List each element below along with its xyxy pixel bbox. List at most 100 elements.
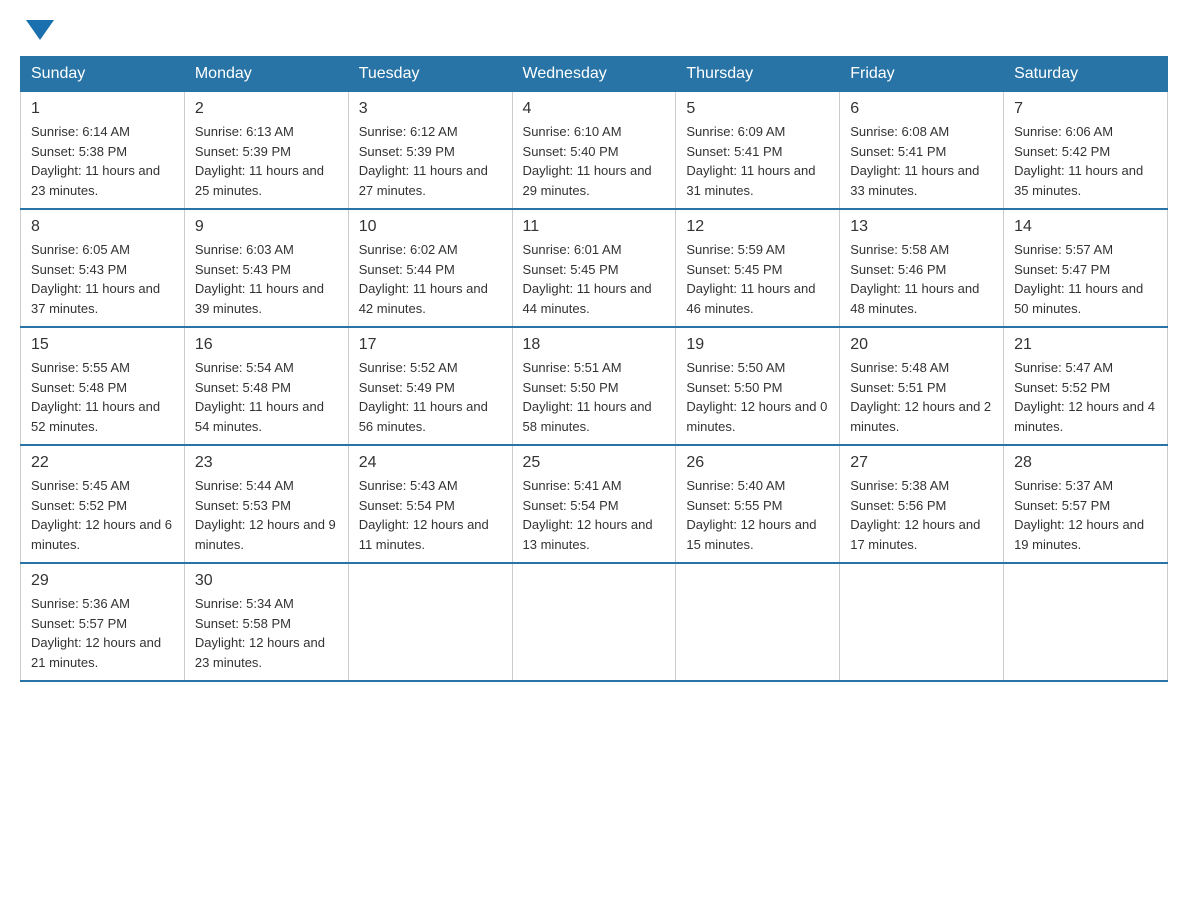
day-info: Sunrise: 6:03 AMSunset: 5:43 PMDaylight:… xyxy=(195,242,324,316)
calendar-cell: 10 Sunrise: 6:02 AMSunset: 5:44 PMDaylig… xyxy=(348,209,512,327)
calendar-cell: 22 Sunrise: 5:45 AMSunset: 5:52 PMDaylig… xyxy=(21,445,185,563)
day-number: 20 xyxy=(850,336,993,354)
day-number: 11 xyxy=(523,218,666,236)
day-info: Sunrise: 5:40 AMSunset: 5:55 PMDaylight:… xyxy=(686,478,816,552)
day-number: 12 xyxy=(686,218,829,236)
calendar-cell: 27 Sunrise: 5:38 AMSunset: 5:56 PMDaylig… xyxy=(840,445,1004,563)
day-number: 15 xyxy=(31,336,174,354)
day-info: Sunrise: 5:43 AMSunset: 5:54 PMDaylight:… xyxy=(359,478,489,552)
calendar-cell: 3 Sunrise: 6:12 AMSunset: 5:39 PMDayligh… xyxy=(348,92,512,210)
day-number: 22 xyxy=(31,454,174,472)
day-number: 23 xyxy=(195,454,338,472)
calendar-cell xyxy=(676,563,840,681)
logo-triangle-icon xyxy=(26,20,54,40)
week-row-4: 22 Sunrise: 5:45 AMSunset: 5:52 PMDaylig… xyxy=(21,445,1168,563)
day-info: Sunrise: 5:54 AMSunset: 5:48 PMDaylight:… xyxy=(195,360,324,434)
day-info: Sunrise: 5:38 AMSunset: 5:56 PMDaylight:… xyxy=(850,478,980,552)
day-info: Sunrise: 5:50 AMSunset: 5:50 PMDaylight:… xyxy=(686,360,827,434)
day-info: Sunrise: 6:09 AMSunset: 5:41 PMDaylight:… xyxy=(686,124,815,198)
header-cell-thursday: Thursday xyxy=(676,57,840,92)
calendar-body: 1 Sunrise: 6:14 AMSunset: 5:38 PMDayligh… xyxy=(21,92,1168,682)
day-number: 7 xyxy=(1014,100,1157,118)
day-info: Sunrise: 5:34 AMSunset: 5:58 PMDaylight:… xyxy=(195,596,325,670)
calendar-cell: 26 Sunrise: 5:40 AMSunset: 5:55 PMDaylig… xyxy=(676,445,840,563)
calendar-cell: 15 Sunrise: 5:55 AMSunset: 5:48 PMDaylig… xyxy=(21,327,185,445)
day-info: Sunrise: 5:37 AMSunset: 5:57 PMDaylight:… xyxy=(1014,478,1144,552)
header-row: SundayMondayTuesdayWednesdayThursdayFrid… xyxy=(21,57,1168,92)
calendar-cell: 6 Sunrise: 6:08 AMSunset: 5:41 PMDayligh… xyxy=(840,92,1004,210)
calendar-cell xyxy=(348,563,512,681)
day-info: Sunrise: 5:57 AMSunset: 5:47 PMDaylight:… xyxy=(1014,242,1143,316)
day-number: 21 xyxy=(1014,336,1157,354)
calendar-cell: 13 Sunrise: 5:58 AMSunset: 5:46 PMDaylig… xyxy=(840,209,1004,327)
header-cell-wednesday: Wednesday xyxy=(512,57,676,92)
calendar-cell: 29 Sunrise: 5:36 AMSunset: 5:57 PMDaylig… xyxy=(21,563,185,681)
day-number: 9 xyxy=(195,218,338,236)
calendar-cell: 4 Sunrise: 6:10 AMSunset: 5:40 PMDayligh… xyxy=(512,92,676,210)
calendar-table: SundayMondayTuesdayWednesdayThursdayFrid… xyxy=(20,56,1168,682)
calendar-cell xyxy=(1004,563,1168,681)
header-cell-saturday: Saturday xyxy=(1004,57,1168,92)
day-info: Sunrise: 6:02 AMSunset: 5:44 PMDaylight:… xyxy=(359,242,488,316)
day-number: 3 xyxy=(359,100,502,118)
day-info: Sunrise: 6:13 AMSunset: 5:39 PMDaylight:… xyxy=(195,124,324,198)
calendar-cell: 20 Sunrise: 5:48 AMSunset: 5:51 PMDaylig… xyxy=(840,327,1004,445)
day-number: 24 xyxy=(359,454,502,472)
day-number: 1 xyxy=(31,100,174,118)
day-info: Sunrise: 5:36 AMSunset: 5:57 PMDaylight:… xyxy=(31,596,161,670)
day-info: Sunrise: 5:59 AMSunset: 5:45 PMDaylight:… xyxy=(686,242,815,316)
logo xyxy=(20,20,54,40)
day-number: 26 xyxy=(686,454,829,472)
calendar-cell: 24 Sunrise: 5:43 AMSunset: 5:54 PMDaylig… xyxy=(348,445,512,563)
week-row-5: 29 Sunrise: 5:36 AMSunset: 5:57 PMDaylig… xyxy=(21,563,1168,681)
day-number: 17 xyxy=(359,336,502,354)
day-number: 19 xyxy=(686,336,829,354)
calendar-cell: 25 Sunrise: 5:41 AMSunset: 5:54 PMDaylig… xyxy=(512,445,676,563)
day-number: 18 xyxy=(523,336,666,354)
week-row-1: 1 Sunrise: 6:14 AMSunset: 5:38 PMDayligh… xyxy=(21,92,1168,210)
calendar-cell: 17 Sunrise: 5:52 AMSunset: 5:49 PMDaylig… xyxy=(348,327,512,445)
day-number: 30 xyxy=(195,572,338,590)
day-info: Sunrise: 5:58 AMSunset: 5:46 PMDaylight:… xyxy=(850,242,979,316)
day-info: Sunrise: 6:01 AMSunset: 5:45 PMDaylight:… xyxy=(523,242,652,316)
day-number: 14 xyxy=(1014,218,1157,236)
header xyxy=(20,20,1168,40)
header-cell-tuesday: Tuesday xyxy=(348,57,512,92)
day-info: Sunrise: 6:05 AMSunset: 5:43 PMDaylight:… xyxy=(31,242,160,316)
calendar-cell: 30 Sunrise: 5:34 AMSunset: 5:58 PMDaylig… xyxy=(184,563,348,681)
day-info: Sunrise: 6:06 AMSunset: 5:42 PMDaylight:… xyxy=(1014,124,1143,198)
calendar-header: SundayMondayTuesdayWednesdayThursdayFrid… xyxy=(21,57,1168,92)
day-info: Sunrise: 5:51 AMSunset: 5:50 PMDaylight:… xyxy=(523,360,652,434)
day-info: Sunrise: 5:52 AMSunset: 5:49 PMDaylight:… xyxy=(359,360,488,434)
calendar-cell: 11 Sunrise: 6:01 AMSunset: 5:45 PMDaylig… xyxy=(512,209,676,327)
day-number: 13 xyxy=(850,218,993,236)
week-row-3: 15 Sunrise: 5:55 AMSunset: 5:48 PMDaylig… xyxy=(21,327,1168,445)
day-info: Sunrise: 5:41 AMSunset: 5:54 PMDaylight:… xyxy=(523,478,653,552)
day-info: Sunrise: 6:14 AMSunset: 5:38 PMDaylight:… xyxy=(31,124,160,198)
day-number: 29 xyxy=(31,572,174,590)
calendar-cell: 5 Sunrise: 6:09 AMSunset: 5:41 PMDayligh… xyxy=(676,92,840,210)
day-number: 2 xyxy=(195,100,338,118)
calendar-cell: 8 Sunrise: 6:05 AMSunset: 5:43 PMDayligh… xyxy=(21,209,185,327)
day-number: 10 xyxy=(359,218,502,236)
day-info: Sunrise: 6:12 AMSunset: 5:39 PMDaylight:… xyxy=(359,124,488,198)
calendar-cell: 19 Sunrise: 5:50 AMSunset: 5:50 PMDaylig… xyxy=(676,327,840,445)
calendar-cell: 9 Sunrise: 6:03 AMSunset: 5:43 PMDayligh… xyxy=(184,209,348,327)
day-info: Sunrise: 5:45 AMSunset: 5:52 PMDaylight:… xyxy=(31,478,172,552)
day-number: 16 xyxy=(195,336,338,354)
calendar-cell: 28 Sunrise: 5:37 AMSunset: 5:57 PMDaylig… xyxy=(1004,445,1168,563)
calendar-cell xyxy=(840,563,1004,681)
day-info: Sunrise: 5:44 AMSunset: 5:53 PMDaylight:… xyxy=(195,478,336,552)
calendar-cell: 7 Sunrise: 6:06 AMSunset: 5:42 PMDayligh… xyxy=(1004,92,1168,210)
day-number: 4 xyxy=(523,100,666,118)
day-info: Sunrise: 5:47 AMSunset: 5:52 PMDaylight:… xyxy=(1014,360,1155,434)
day-number: 27 xyxy=(850,454,993,472)
calendar-cell xyxy=(512,563,676,681)
calendar-cell: 16 Sunrise: 5:54 AMSunset: 5:48 PMDaylig… xyxy=(184,327,348,445)
calendar-cell: 23 Sunrise: 5:44 AMSunset: 5:53 PMDaylig… xyxy=(184,445,348,563)
header-cell-monday: Monday xyxy=(184,57,348,92)
calendar-cell: 14 Sunrise: 5:57 AMSunset: 5:47 PMDaylig… xyxy=(1004,209,1168,327)
calendar-cell: 1 Sunrise: 6:14 AMSunset: 5:38 PMDayligh… xyxy=(21,92,185,210)
header-cell-sunday: Sunday xyxy=(21,57,185,92)
day-info: Sunrise: 6:08 AMSunset: 5:41 PMDaylight:… xyxy=(850,124,979,198)
